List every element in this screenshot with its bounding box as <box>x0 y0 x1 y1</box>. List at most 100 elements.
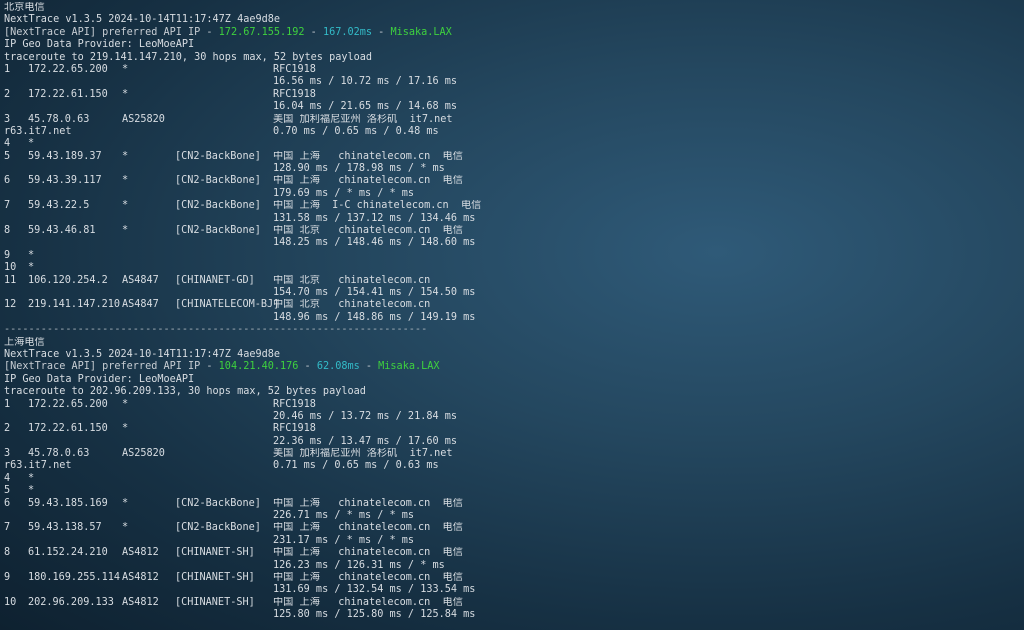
hop-rtt: 131.58 ms / 137.12 ms / 134.46 ms <box>273 212 476 224</box>
hop-ip: 45.78.0.63 <box>28 448 90 460</box>
hop-number: 1 <box>4 63 11 75</box>
hop-geo: 美国 加利福尼亚州 洛杉矶 it7.net <box>273 113 453 125</box>
hop-ip: * <box>28 262 35 274</box>
hop-row: 9 180.169.255.114 AS4812 [CHINANET-SH] 中国 上海… <box>4 572 1014 584</box>
hop-geo: 中国 上海 chinatelecom.cn 电信 <box>273 522 463 534</box>
hop-row: 3 45.78.0.63 AS25820 美国 加利福尼亚州 洛杉矶 it7.net <box>4 114 1014 126</box>
hop-list: 1 172.22.65.200 * RFC1918 16.56 ms / 10.72 m… <box>4 64 1014 324</box>
hop-rtt-row: 128.90 ms / 178.98 ms / * ms <box>4 163 1014 175</box>
hop-ip: 59.43.138.57 <box>28 522 102 534</box>
hop-network-tag: [CHINANET-SH] <box>175 571 255 583</box>
api-node: Misaka.LAX <box>390 26 452 38</box>
hop-number: 3 <box>4 448 11 460</box>
api-ip: 104.21.40.176 <box>218 361 299 373</box>
hop-row: 6 59.43.39.117 * [CN2-BackBone] 中国 上海 chinat… <box>4 175 1014 187</box>
hop-number: 4 <box>4 138 11 150</box>
hop-row: 7 59.43.138.57 * [CN2-BackBone] 中国 上海 chinat… <box>4 522 1014 534</box>
hop-rtt: 126.23 ms / 126.31 ms / * ms <box>273 559 445 571</box>
hop-hostname: r63.it7.net <box>4 125 72 137</box>
trace-section-shanghai: 上海电信 NextTrace v1.3.5 2024-10-14T11:17:4… <box>4 337 1014 622</box>
hop-rtt: 125.80 ms / 125.80 ms / 125.84 ms <box>273 609 476 621</box>
trace-section-beijing: 北京电信 NextTrace v1.3.5 2024-10-14T11:17:4… <box>4 2 1014 324</box>
hop-row: 2 172.22.61.150 * RFC1918 <box>4 89 1014 101</box>
api-prefix: [NextTrace API] preferred API IP - <box>4 361 219 373</box>
hop-number: 5 <box>4 150 11 162</box>
api-latency: 62.08ms <box>316 361 360 373</box>
hop-ip: 106.120.254.2 <box>28 274 108 286</box>
hop-row: 11 106.120.254.2 AS4847 [CHINANET-GD] 中国 北京 … <box>4 275 1014 287</box>
hop-ip: 59.43.39.117 <box>28 175 102 187</box>
hop-asn: * <box>122 225 129 237</box>
hop-ip: 59.43.185.169 <box>28 497 108 509</box>
hop-row: 6 59.43.185.169 * [CN2-BackBone] 中国 上海 china… <box>4 498 1014 510</box>
section-separator: ----------------------------------------… <box>4 324 428 336</box>
api-prefix: [NextTrace API] preferred API IP - <box>4 26 219 38</box>
api-latency: 167.02ms <box>322 26 373 38</box>
api-node: Misaka.LAX <box>378 361 440 373</box>
section-title: 上海电信 <box>4 336 45 348</box>
hop-asn: * <box>122 150 129 162</box>
hop-network-tag: [CN2-BackBone] <box>175 200 261 212</box>
hop-number: 9 <box>4 571 11 583</box>
hop-network-tag: [CN2-BackBone] <box>175 497 261 509</box>
hop-rtt: 16.04 ms / 21.65 ms / 14.68 ms <box>273 101 458 113</box>
hop-ip: * <box>28 485 35 497</box>
hop-ip: 172.22.61.150 <box>28 423 108 435</box>
hop-ip: 172.22.65.200 <box>28 398 108 410</box>
hop-network-tag: [CHINANET-GD] <box>175 274 255 286</box>
hop-ip: 45.78.0.63 <box>28 113 90 125</box>
hop-list: 1 172.22.65.200 * RFC1918 20.46 ms / 13.72 m… <box>4 399 1014 622</box>
hop-asn: * <box>122 175 129 187</box>
hop-number: 4 <box>4 472 11 484</box>
hop-row: 1 172.22.65.200 * RFC1918 <box>4 64 1014 76</box>
hop-asn: AS4812 <box>122 571 159 583</box>
hop-row: 7 59.43.22.5 * [CN2-BackBone] 中国 上海 I-C chin… <box>4 200 1014 212</box>
hop-rtt-row: 131.58 ms / 137.12 ms / 134.46 ms <box>4 213 1014 225</box>
hop-number: 11 <box>4 274 17 286</box>
hop-geo: 中国 北京 chinatelecom.cn <box>273 274 431 286</box>
hop-network-tag: [CN2-BackBone] <box>175 175 261 187</box>
hop-network-tag: [CHINANET-SH] <box>175 596 255 608</box>
hop-rtt: 0.70 ms / 0.65 ms / 0.48 ms <box>273 125 439 137</box>
hop-rtt: 231.17 ms / * ms / * ms <box>273 534 415 546</box>
hop-number: 2 <box>4 88 11 100</box>
hop-asn: AS4812 <box>122 596 159 608</box>
hop-ip: 202.96.209.133 <box>28 596 114 608</box>
hop-rtt-row: 148.25 ms / 148.46 ms / 148.60 ms <box>4 237 1014 249</box>
hop-row: 3 45.78.0.63 AS25820 美国 加利福尼亚州 洛杉矶 it7.net <box>4 448 1014 460</box>
hop-ip: 219.141.147.210 <box>28 299 121 311</box>
traceroute-line: traceroute to 202.96.209.133, 30 hops ma… <box>4 386 366 398</box>
hop-ip: * <box>28 138 35 150</box>
hop-rtt-row: r63.it7.net 0.70 ms / 0.65 ms / 0.48 ms <box>4 126 1014 138</box>
hop-rtt-row: 16.04 ms / 21.65 ms / 14.68 ms <box>4 101 1014 113</box>
hop-ip: * <box>28 472 35 484</box>
hop-geo: 中国 上海 I-C chinatelecom.cn 电信 <box>273 200 482 212</box>
hop-asn: * <box>122 398 129 410</box>
hop-number: 6 <box>4 497 11 509</box>
hop-rtt-row: 154.70 ms / 154.41 ms / 154.50 ms <box>4 287 1014 299</box>
hop-row: 9 * <box>4 250 1014 262</box>
hop-rtt-row: 20.46 ms / 13.72 ms / 21.84 ms <box>4 411 1014 423</box>
hop-number: 6 <box>4 175 11 187</box>
hop-geo: 中国 上海 chinatelecom.cn 电信 <box>273 571 463 583</box>
api-ip: 172.67.155.192 <box>218 26 305 38</box>
hop-asn: AS25820 <box>122 113 165 125</box>
geo-provider-line: IP Geo Data Provider: LeoMoeAPI <box>4 373 195 385</box>
hop-number: 3 <box>4 113 11 125</box>
hop-asn: AS4847 <box>122 274 159 286</box>
hop-ip: * <box>28 249 35 261</box>
hop-row: 5 59.43.189.37 * [CN2-BackBone] 中国 上海 chinat… <box>4 151 1014 163</box>
hop-ip: 59.43.22.5 <box>28 200 90 212</box>
hop-row: 8 59.43.46.81 * [CN2-BackBone] 中国 北京 chinate… <box>4 225 1014 237</box>
hop-geo: 美国 加利福尼亚州 洛杉矶 it7.net <box>273 448 453 460</box>
hop-rtt-row: 22.36 ms / 13.47 ms / 17.60 ms <box>4 436 1014 448</box>
hop-rtt-row: 179.69 ms / * ms / * ms <box>4 188 1014 200</box>
hop-asn: AS4847 <box>122 299 159 311</box>
hop-number: 1 <box>4 398 11 410</box>
hop-number: 10 <box>4 596 17 608</box>
hop-number: 12 <box>4 299 17 311</box>
hop-asn: * <box>122 200 129 212</box>
hop-geo: 中国 上海 chinatelecom.cn 电信 <box>273 175 463 187</box>
hop-asn: * <box>122 88 129 100</box>
hop-geo: RFC1918 <box>273 398 316 410</box>
